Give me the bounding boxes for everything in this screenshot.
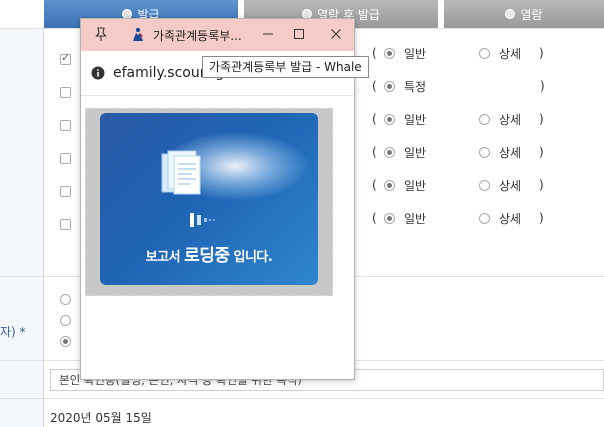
certificate-checkbox[interactable] bbox=[60, 51, 71, 65]
purpose-radio[interactable] bbox=[60, 294, 71, 305]
loading-message: 보고서 로딩중 입니다. bbox=[145, 246, 273, 266]
close-button[interactable] bbox=[325, 23, 347, 45]
purpose-radio[interactable] bbox=[60, 336, 71, 347]
close-icon bbox=[331, 29, 341, 39]
certificate-checkbox[interactable] bbox=[60, 153, 71, 164]
pin-icon[interactable] bbox=[93, 26, 109, 42]
radio-detail[interactable] bbox=[479, 179, 490, 191]
report-viewer: 보고서 로딩중 입니다. bbox=[85, 108, 333, 296]
radio-normal[interactable] bbox=[384, 146, 395, 158]
certificate-checkbox[interactable] bbox=[60, 87, 71, 98]
certificate-checkbox[interactable] bbox=[60, 186, 71, 197]
divider bbox=[0, 398, 604, 399]
purpose-radio[interactable] bbox=[60, 315, 71, 326]
certificate-checkbox[interactable] bbox=[60, 219, 71, 230]
popup-titlebar[interactable]: 가족관계등록부... bbox=[81, 19, 354, 51]
maximize-icon bbox=[294, 29, 304, 39]
document-stack-icon bbox=[161, 150, 201, 195]
loading-progress-icon bbox=[190, 213, 215, 227]
radio-normal[interactable] bbox=[384, 113, 395, 125]
option-row: ( 특정 ) bbox=[372, 79, 545, 94]
loading-banner: 보고서 로딩중 입니다. bbox=[100, 113, 318, 285]
option-row: ( 일반 상세 ) bbox=[372, 46, 544, 61]
tab-radio-icon bbox=[505, 9, 516, 19]
radio-detail[interactable] bbox=[479, 146, 490, 158]
radio-normal[interactable] bbox=[384, 212, 395, 224]
radio-detail[interactable] bbox=[479, 47, 490, 59]
option-row: ( 일반 상세 ) bbox=[372, 112, 544, 127]
court-logo-icon bbox=[133, 27, 143, 41]
popup-title: 가족관계등록부... bbox=[153, 29, 242, 43]
form-label-required: 자) * bbox=[0, 325, 26, 339]
option-row: ( 일반 상세 ) bbox=[372, 211, 544, 226]
option-row: ( 일반 상세 ) bbox=[372, 145, 544, 160]
option-row: ( 일반 상세 ) bbox=[372, 178, 544, 193]
radio-detail[interactable] bbox=[479, 113, 490, 125]
radio-normal[interactable] bbox=[384, 179, 395, 191]
form-label-column bbox=[0, 28, 44, 427]
radio-detail[interactable] bbox=[479, 212, 490, 224]
minimize-button[interactable] bbox=[257, 23, 279, 45]
maximize-button[interactable] bbox=[288, 23, 310, 45]
radio-special[interactable] bbox=[384, 80, 395, 92]
radio-normal[interactable] bbox=[384, 47, 395, 59]
issue-date: 2020년 05월 15일 bbox=[50, 411, 152, 425]
window-tooltip: 가족관계등록부 발급 - Whale bbox=[202, 56, 369, 78]
info-icon[interactable] bbox=[91, 66, 105, 80]
certificate-checkbox[interactable] bbox=[60, 120, 71, 131]
minimize-icon bbox=[263, 33, 273, 35]
tab-label: 열람 bbox=[520, 7, 543, 22]
tab-view[interactable]: 열람 bbox=[444, 0, 604, 28]
